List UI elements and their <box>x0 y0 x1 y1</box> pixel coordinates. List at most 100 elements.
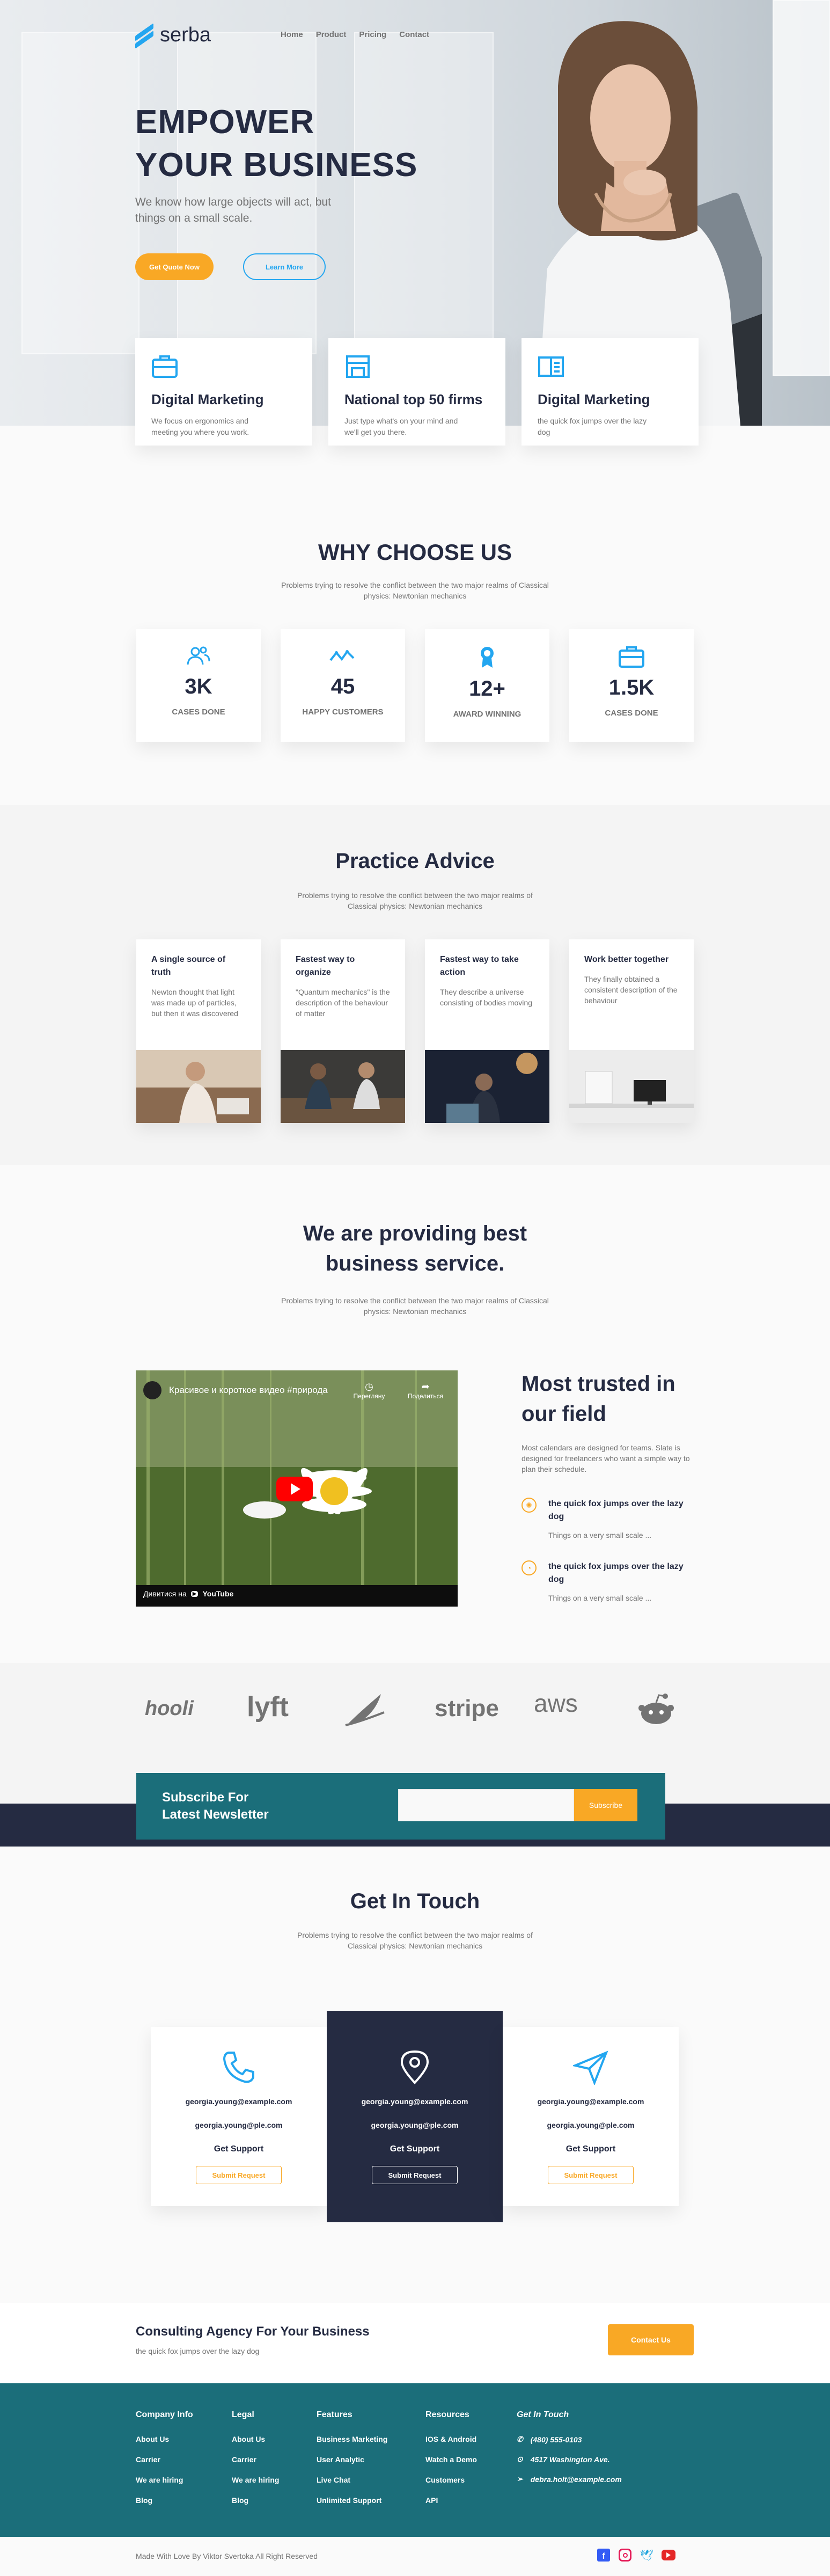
stat-card: 12+ AWARD WINNING <box>425 629 549 742</box>
watch-on-youtube[interactable]: Дивитися на ▶ YouTube <box>143 1589 233 1598</box>
advice-image <box>569 1050 694 1123</box>
advice-card[interactable]: Fastest way to take action They describe… <box>425 939 549 1123</box>
footer-phone[interactable]: (480) 555-0103 <box>531 2435 582 2444</box>
submit-request-button[interactable]: Submit Request <box>548 2166 634 2184</box>
footer-link[interactable]: Blog <box>232 2496 279 2505</box>
learn-more-button[interactable]: Learn More <box>243 253 326 280</box>
nav-product[interactable]: Product <box>316 30 347 39</box>
feature-card: Digital Marketing We focus on ergonomics… <box>135 338 312 446</box>
footer-link[interactable]: API <box>425 2496 477 2505</box>
contact-support-title: Get Support <box>214 2144 264 2154</box>
users-icon <box>187 646 210 665</box>
contact-email[interactable]: georgia.young@example.com <box>151 2097 327 2106</box>
submit-request-button[interactable]: Submit Request <box>372 2166 458 2184</box>
copyright: Made With Love By Viktor Svertoka All Ri… <box>136 2552 318 2560</box>
footer-link[interactable]: Customers <box>425 2476 477 2484</box>
stat-number: 3K <box>185 675 212 698</box>
window-decor <box>21 32 139 354</box>
contact-us-button[interactable]: Contact Us <box>608 2324 694 2355</box>
advice-card[interactable]: Work better together They finally obtain… <box>569 939 694 1123</box>
leaf-logo-icon <box>345 1694 385 1726</box>
footer-link[interactable]: About Us <box>136 2435 193 2443</box>
subscribe-button[interactable]: Subscribe <box>574 1789 637 1821</box>
footer-link[interactable]: Business Marketing <box>317 2435 387 2443</box>
advice-title: Work better together <box>584 955 669 964</box>
submit-request-button[interactable]: Submit Request <box>196 2166 282 2184</box>
advice-card[interactable]: A single source of truth Newton thought … <box>136 939 261 1123</box>
advice-card[interactable]: Fastest way to organize "Quantum mechani… <box>281 939 405 1123</box>
send-icon <box>571 2050 608 2086</box>
touch-title: Get In Touch <box>350 1889 480 1913</box>
video-player[interactable]: Красивое и короткое видео #природа ◷ Пере… <box>136 1370 458 1607</box>
instagram-icon[interactable] <box>619 2549 631 2562</box>
footer-link[interactable]: We are hiring <box>136 2476 193 2484</box>
window-decor <box>177 32 317 354</box>
newsletter-title: Subscribe For Latest Newsletter <box>162 1789 269 1823</box>
video-header: Красивое и короткое видео #природа <box>143 1381 328 1399</box>
footer-link[interactable]: Live Chat <box>317 2476 387 2484</box>
contact-support-title: Get Support <box>565 2144 616 2154</box>
contact-email-alt[interactable]: georgia.young@ple.com <box>327 2121 503 2129</box>
footer-link[interactable]: Watch a Demo <box>425 2455 477 2464</box>
footer-contact-heading: Get In Touch <box>517 2410 569 2419</box>
share-icon: ➦ <box>421 1381 430 1392</box>
briefcase-icon <box>152 355 178 378</box>
youtube-icon[interactable] <box>662 2550 675 2560</box>
cta-section <box>0 2303 830 2383</box>
clock-icon: ◷ <box>365 1381 373 1392</box>
contact-email-alt[interactable]: georgia.young@ple.com <box>151 2121 327 2129</box>
channel-avatar[interactable] <box>143 1381 161 1399</box>
reddit-logo-icon <box>638 1694 674 1724</box>
share-label: Поделиться <box>407 1392 444 1400</box>
footer-link[interactable]: IOS & Android <box>425 2435 477 2443</box>
stat-number: 1.5K <box>608 676 655 699</box>
footer-col-company: Company Info About Us Carrier We are hir… <box>136 2410 193 2516</box>
share-button[interactable]: ➦ Поделиться <box>404 1381 447 1400</box>
youtube-label: YouTube <box>202 1589 234 1598</box>
play-icon <box>291 1483 300 1495</box>
feature-title: Digital Marketing <box>151 391 264 407</box>
footer-col-features: Features Business Marketing User Analyti… <box>317 2410 387 2516</box>
watch-later-button[interactable]: ◷ Перегляну <box>350 1381 388 1400</box>
youtube-icon: ▶ <box>190 1590 199 1597</box>
footer-link[interactable]: We are hiring <box>232 2476 279 2484</box>
get-quote-button[interactable]: Get Quote Now <box>135 253 214 280</box>
footer-link[interactable]: Carrier <box>136 2455 193 2464</box>
video-title[interactable]: Красивое и короткое видео #природа <box>169 1385 328 1396</box>
contact-email[interactable]: georgia.young@example.com <box>503 2097 679 2106</box>
feature-title: National top 50 firms <box>344 391 483 407</box>
send-icon: ➢ <box>517 2475 523 2483</box>
facebook-icon[interactable]: f <box>597 2549 610 2562</box>
contact-support-title: Get Support <box>390 2144 440 2154</box>
stat-number: 45 <box>330 675 355 698</box>
footer-link[interactable]: Blog <box>136 2496 193 2505</box>
footer-link[interactable]: Unlimited Support <box>317 2496 387 2505</box>
brand-logo[interactable]: serba <box>135 23 211 49</box>
nav-pricing[interactable]: Pricing <box>359 30 386 39</box>
hero-title: EMPOWER YOUR BUSINESS <box>135 101 436 187</box>
nav-home[interactable]: Home <box>281 30 303 39</box>
footer-link[interactable]: Carrier <box>232 2455 279 2464</box>
social-links: f 🕊 <box>597 2549 675 2562</box>
newsletter-email-input[interactable] <box>398 1789 574 1821</box>
stat-card: 45 HAPPY CUSTOMERS <box>281 629 405 742</box>
phone-icon: ✆ <box>517 2435 523 2443</box>
contact-card-highlight: georgia.young@example.com georgia.young@… <box>327 2011 503 2222</box>
footer-link[interactable]: User Analytic <box>317 2455 387 2464</box>
footer-email[interactable]: debra.holt@example.com <box>531 2475 622 2484</box>
briefcase-icon <box>619 646 644 668</box>
play-button[interactable] <box>276 1477 313 1501</box>
footer-heading: Features <box>317 2410 352 2419</box>
service-title: We are providing best business service. <box>0 1218 830 1279</box>
twitter-icon[interactable]: 🕊 <box>640 2549 653 2562</box>
advice-text: "Quantum mechanics" is the description o… <box>296 988 390 1018</box>
cta-title: Consulting Agency For Your Business <box>136 2324 370 2339</box>
feature-text: We focus on ergonomics and meeting you w… <box>151 417 249 436</box>
footer-link[interactable]: About Us <box>232 2435 279 2443</box>
contact-email[interactable]: georgia.young@example.com <box>327 2097 503 2106</box>
advice-text: They finally obtained a consistent descr… <box>584 975 678 1005</box>
footer-bottom <box>0 2537 830 2576</box>
award-icon <box>481 647 494 668</box>
nav-contact[interactable]: Contact <box>399 30 429 39</box>
contact-email-alt[interactable]: georgia.young@ple.com <box>503 2121 679 2129</box>
